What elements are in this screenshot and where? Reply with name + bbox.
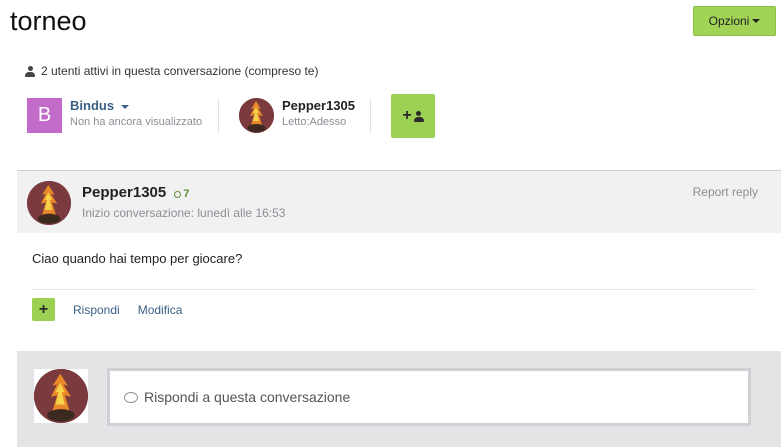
avatar-initial: B: [37, 104, 52, 126]
avatar-image: [34, 369, 88, 423]
participant-name: Bindus: [70, 98, 115, 113]
fire-creature-icon: [239, 98, 274, 133]
participant-status: Letto:Adesso: [282, 116, 347, 128]
edit-link[interactable]: Modifica: [138, 303, 183, 317]
post-author-name: Pepper1305: [82, 184, 167, 201]
page-title: torneo: [10, 6, 87, 36]
reply-link[interactable]: Rispondi: [73, 303, 120, 317]
fire-creature-icon: [27, 181, 71, 225]
reputation-value: 7: [183, 188, 190, 200]
reputation-badge: 7: [174, 188, 190, 200]
user-icon: [413, 110, 424, 122]
participant-name-link[interactable]: Bindus: [70, 98, 202, 113]
avatar[interactable]: [27, 181, 71, 225]
caret-down-icon: [752, 19, 761, 23]
divider: [218, 98, 219, 134]
divider: [370, 98, 371, 134]
report-link[interactable]: Report reply: [693, 185, 758, 199]
speech-bubble-icon: [124, 391, 138, 403]
divider: [32, 289, 755, 290]
participant-name[interactable]: Pepper1305: [282, 98, 355, 113]
post-body: Ciao quando hai tempo per giocare?: [32, 251, 243, 266]
caret-down-icon: [120, 104, 129, 109]
add-participant-button[interactable]: +: [391, 94, 435, 138]
options-button[interactable]: Opzioni: [693, 6, 776, 36]
avatar[interactable]: [239, 98, 274, 133]
user-icon: [25, 65, 35, 77]
plus-icon: +: [38, 300, 49, 318]
participant-status: Non ha ancora visualizzato: [70, 116, 203, 128]
active-users-line: 2 utenti attivi in questa conversazione …: [25, 64, 318, 78]
reply-placeholder: Rispondi a questa conversazione: [144, 389, 351, 405]
participant-pepper: Pepper1305 Letto:Adesso: [239, 98, 355, 133]
reply-input[interactable]: Rispondi a questa conversazione: [107, 368, 751, 426]
reply-area: Rispondi a questa conversazione: [17, 351, 781, 447]
plus-icon: +: [402, 107, 412, 124]
message-post: Pepper1305 7 Inizio conversazione: luned…: [17, 170, 781, 321]
active-users-text: 2 utenti attivi in questa conversazione …: [41, 64, 319, 78]
fire-creature-icon: [34, 369, 88, 423]
avatar[interactable]: B: [27, 98, 62, 133]
post-actions: + Rispondi Modifica: [32, 298, 182, 321]
post-author[interactable]: Pepper1305 7: [82, 184, 190, 201]
avatar: [34, 369, 88, 423]
post-date: Inizio conversazione: lunedì alle 16:53: [82, 206, 286, 220]
options-label: Opzioni: [708, 14, 750, 28]
post-header: Pepper1305 7 Inizio conversazione: luned…: [17, 170, 781, 233]
multiquote-button[interactable]: +: [32, 298, 55, 321]
participant-bindus: B Bindus Non ha ancora visualizzato: [27, 98, 202, 133]
reputation-icon: [174, 190, 182, 198]
